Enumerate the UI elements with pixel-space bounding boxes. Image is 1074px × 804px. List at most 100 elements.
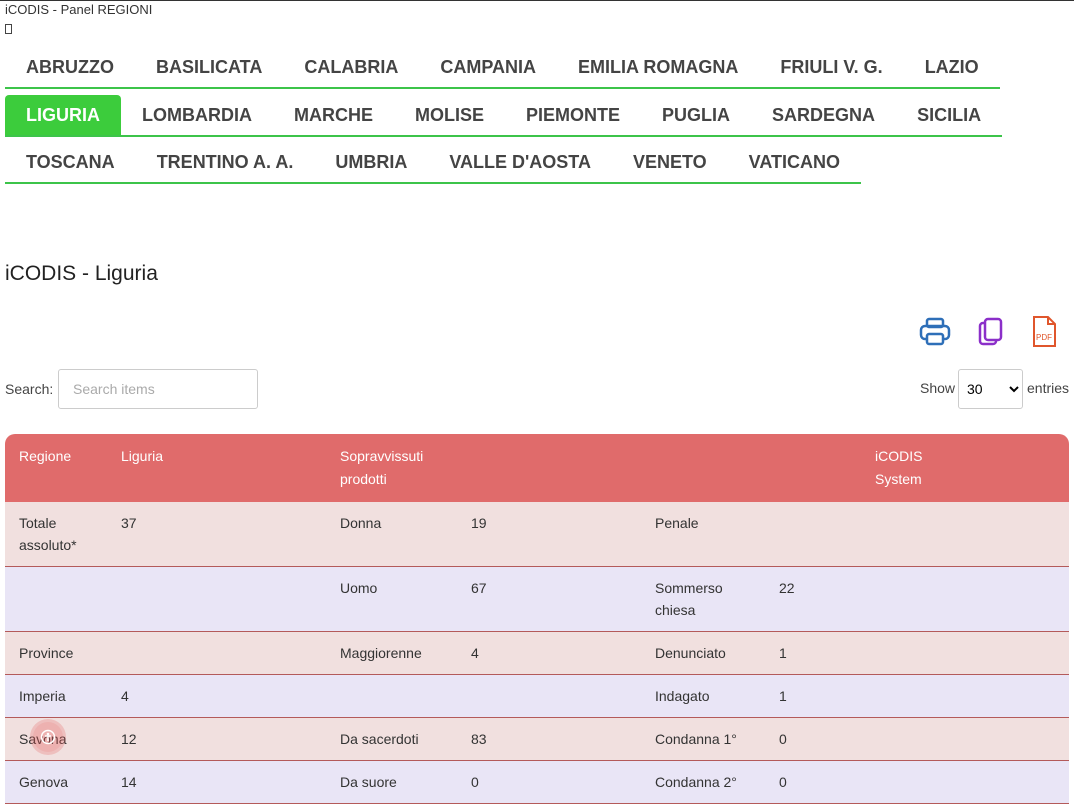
data-table: Regione Liguria Sopravvissuti prodotti iCOD…	[5, 434, 1069, 804]
table-row: Imperia 4 Indagato 1	[5, 674, 1069, 718]
table-cell	[326, 674, 457, 718]
table-row: Savona 12 Da sacerdoti 83 Condanna 1° 0	[5, 717, 1069, 761]
table-cell: Province	[5, 631, 107, 675]
table-cell: Da suore	[326, 760, 457, 804]
table-cell: 14	[107, 760, 326, 804]
table-cell	[861, 760, 953, 804]
table-cell	[861, 631, 953, 675]
table-cell: 1	[765, 674, 861, 718]
table-cell	[107, 566, 326, 632]
table-cell	[107, 631, 326, 675]
copy-icon	[978, 317, 1003, 346]
entries-select[interactable]: 30	[958, 369, 1023, 409]
column-header[interactable]: Sopravvissuti prodotti	[326, 434, 457, 502]
column-header[interactable]	[641, 434, 765, 502]
tab-trentino-a-a[interactable]: TRENTINO A. A.	[136, 142, 315, 182]
table-cell: Maggiorenne	[326, 631, 457, 675]
missing-glyph-icon	[5, 24, 12, 34]
table-cell: 4	[457, 631, 641, 675]
tab-emilia-romagna[interactable]: EMILIA ROMAGNA	[557, 47, 759, 87]
entries-label: entries	[1027, 380, 1070, 396]
table-cell: Condanna 2°	[641, 760, 765, 804]
tab-liguria[interactable]: LIGURIA	[5, 95, 121, 135]
region-tab-row: LIGURIA LOMBARDIA MARCHE MOLISE PIEMONTE PUGL…	[5, 95, 1003, 137]
tab-lazio[interactable]: LAZIO	[904, 47, 1000, 87]
table-cell	[953, 760, 1069, 804]
table-row: Province Maggiorenne 4 Denunciato 1	[5, 631, 1069, 675]
table-cell: 83	[457, 717, 641, 761]
tab-sardegna[interactable]: SARDEGNA	[751, 95, 896, 135]
table-cell: Condanna 1°	[641, 717, 765, 761]
tab-umbria[interactable]: UMBRIA	[314, 142, 428, 182]
column-header[interactable]	[953, 434, 1069, 502]
tab-friuli-v-g[interactable]: FRIULI V. G.	[759, 47, 903, 87]
table-cell: 37	[107, 502, 326, 567]
column-header[interactable]	[457, 434, 641, 502]
tab-lombardia[interactable]: LOMBARDIA	[121, 95, 273, 135]
tab-molise[interactable]: MOLISE	[394, 95, 505, 135]
table-cell: Da sacerdoti	[326, 717, 457, 761]
table-body: Totale assoluto* 37 Donna 19 Penale Uomo 67 Som…	[5, 502, 1069, 804]
table-cell: 0	[765, 760, 861, 804]
table-cell: Penale	[641, 502, 765, 567]
column-header[interactable]	[765, 434, 861, 502]
column-header[interactable]: Liguria	[107, 434, 326, 502]
table-cell: 0	[457, 760, 641, 804]
table-header-row: Regione Liguria Sopravvissuti prodotti iCOD…	[5, 434, 1069, 502]
column-header[interactable]: Regione	[5, 434, 107, 502]
table-row: Genova 14 Da suore 0 Condanna 2° 0	[5, 760, 1069, 804]
tab-valle-d-aosta[interactable]: VALLE D'AOSTA	[428, 142, 612, 182]
table-cell	[953, 674, 1069, 718]
printer-icon	[919, 317, 951, 346]
table-cell: 67	[457, 566, 641, 632]
table-row: Totale assoluto* 37 Donna 19 Penale	[5, 502, 1069, 567]
tab-sicilia[interactable]: SICILIA	[896, 95, 1002, 135]
table-cell	[953, 566, 1069, 632]
table-row: Uomo 67 Sommerso chiesa 22	[5, 566, 1069, 632]
region-tab-row: ABRUZZO BASILICATA CALABRIA CAMPANIA EMILIA …	[5, 47, 1000, 89]
column-header[interactable]: iCODIS System	[861, 434, 953, 502]
pdf-button[interactable]: PDF	[1026, 312, 1062, 352]
tab-basilicata[interactable]: BASILICATA	[135, 47, 283, 87]
table-cell: 4	[107, 674, 326, 718]
table-cell	[953, 502, 1069, 567]
table-cell: Totale assoluto*	[5, 502, 107, 567]
tab-piemonte[interactable]: PIEMONTE	[505, 95, 641, 135]
table-cell: Genova	[5, 760, 107, 804]
search-input[interactable]	[58, 369, 258, 409]
table-cell: 1	[765, 631, 861, 675]
accessibility-button[interactable]	[33, 722, 63, 752]
show-label: Show	[920, 380, 956, 396]
table-cell: Indagato	[641, 674, 765, 718]
tab-vaticano[interactable]: VATICANO	[728, 142, 861, 182]
tab-veneto[interactable]: VENETO	[612, 142, 728, 182]
tab-toscana[interactable]: TOSCANA	[5, 142, 136, 182]
table-cell	[861, 502, 953, 567]
pdf-icon: PDF	[1033, 316, 1056, 347]
table-cell	[861, 674, 953, 718]
tab-marche[interactable]: MARCHE	[273, 95, 394, 135]
copy-button[interactable]	[973, 312, 1009, 352]
tab-abruzzo[interactable]: ABRUZZO	[5, 47, 135, 87]
tab-campania[interactable]: CAMPANIA	[419, 47, 557, 87]
table-cell	[953, 631, 1069, 675]
top-border	[0, 0, 1074, 1]
table-cell	[953, 717, 1069, 761]
table-cell	[861, 717, 953, 761]
tab-puglia[interactable]: PUGLIA	[641, 95, 751, 135]
table-cell: 12	[107, 717, 326, 761]
search-label: Search:	[5, 381, 54, 397]
page-title: iCODIS - Liguria	[5, 262, 158, 285]
accessibility-icon	[40, 729, 56, 745]
table-cell: Denunciato	[641, 631, 765, 675]
pdf-icon-label: PDF	[1036, 333, 1052, 342]
table-cell: 22	[765, 566, 861, 632]
table-cell: Donna	[326, 502, 457, 567]
table-cell: Uomo	[326, 566, 457, 632]
table-cell	[861, 566, 953, 632]
tab-calabria[interactable]: CALABRIA	[283, 47, 419, 87]
table-cell: Imperia	[5, 674, 107, 718]
app-title: iCODIS - Panel REGIONI	[5, 2, 153, 17]
table-cell	[765, 502, 861, 567]
print-button[interactable]	[917, 312, 953, 352]
